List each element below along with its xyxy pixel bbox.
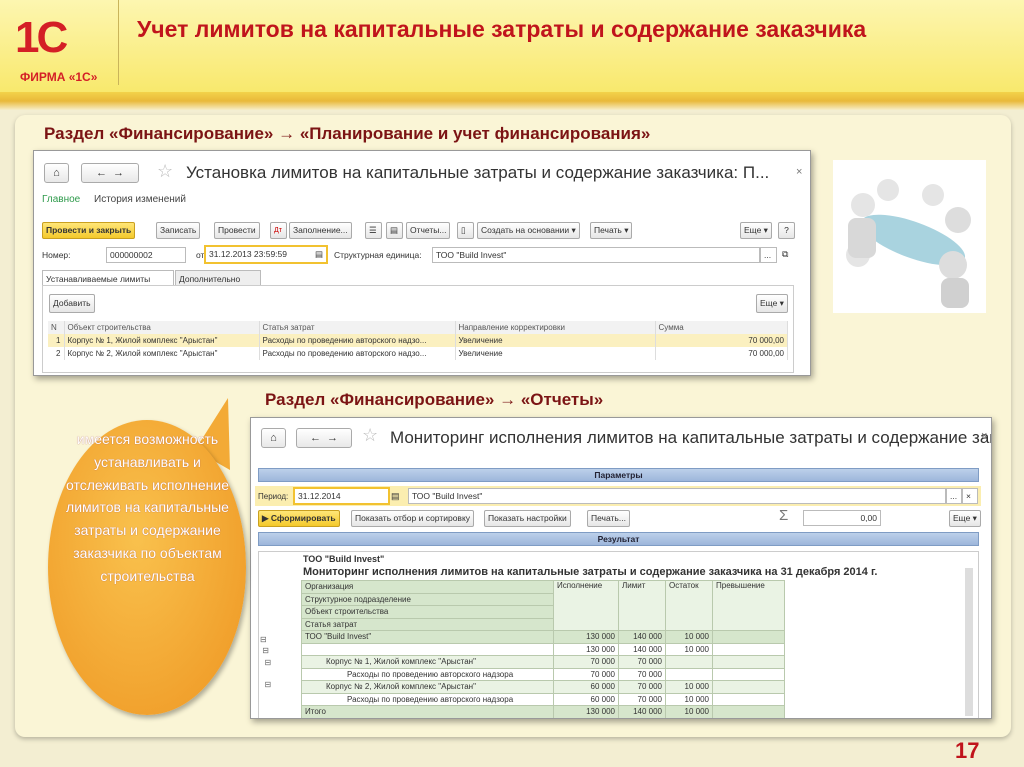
report-table: Организация Исполнение Лимит Остаток Пре… [301, 580, 785, 718]
unit-label: Структурная единица: [334, 250, 422, 260]
report-org: ТОО "Build Invest" [303, 554, 385, 564]
col-direction[interactable]: Направление корректировки [455, 321, 656, 334]
show-filter-button[interactable]: Показать отбор и сортировку [351, 510, 475, 527]
cell-direction: Увеличение [455, 334, 656, 347]
open-icon[interactable]: ⧉ [782, 249, 788, 260]
col-excess: Превышение [712, 580, 785, 631]
group-header: Объект строительства [301, 605, 554, 619]
select-button[interactable]: ... [760, 247, 777, 263]
report-cell [665, 655, 713, 669]
result-header[interactable]: Результат [258, 532, 979, 546]
organization-field[interactable]: ТОО "Build Invest" [408, 488, 946, 504]
report-cell: 140 000 [618, 630, 666, 644]
report-row-label: Корпус № 2, Жилой комплекс "Арыстан" [301, 680, 554, 694]
clear-icon[interactable]: × [962, 488, 978, 504]
sum-icon: Σ [779, 507, 789, 524]
total-cell [712, 705, 785, 718]
report-row-label: ТОО "Build Invest" [301, 630, 554, 644]
list-settings-icon[interactable]: ☰ [365, 222, 382, 239]
report-row[interactable]: 130 000 140 000 10 000 [301, 642, 785, 656]
total-row: Итого 130 000 140 000 10 000 [301, 705, 785, 718]
print-button[interactable]: Печать ▾ [590, 222, 633, 239]
report-cell: 60 000 [553, 692, 619, 706]
calendar-icon[interactable]: ▤ [315, 247, 323, 261]
col-sum[interactable]: Сумма [655, 321, 788, 334]
scrollbar[interactable] [965, 568, 973, 716]
report-row[interactable]: Расходы по проведению авторского надзора… [301, 667, 785, 681]
report-cell: 60 000 [553, 680, 619, 694]
cell-direction: Увеличение [455, 347, 656, 360]
report-title: Мониторинг исполнения лимитов на капитал… [303, 566, 878, 578]
calendar-icon[interactable]: ▤ [391, 491, 400, 502]
create-based-on-button[interactable]: Создать на основании ▾ [477, 222, 580, 239]
report-cell: 140 000 [618, 642, 666, 656]
monitoring-report-window: ⌂ ← → ☆ Мониторинг исполнения лимитов на… [250, 417, 992, 719]
cell-sum: 70 000,00 [655, 347, 788, 360]
close-icon[interactable]: × [981, 430, 987, 442]
report-cell: 10 000 [665, 630, 713, 644]
section-heading-reports: Раздел «Финансирование» → «Отчеты» [265, 390, 604, 409]
report-cell [712, 667, 785, 681]
report-cell: 70 000 [618, 667, 666, 681]
report-cell: 10 000 [665, 680, 713, 694]
total-cell: 130 000 [553, 705, 619, 718]
report-cell: 70 000 [553, 667, 619, 681]
more-button[interactable]: Еще ▾ [949, 510, 981, 527]
col-limit: Лимит [618, 580, 666, 631]
report-cell [712, 692, 785, 706]
report-cell [712, 630, 785, 644]
period-field[interactable]: 31.12.2014 [293, 487, 390, 505]
report-cell: 70 000 [553, 655, 619, 669]
report-cell: 10 000 [665, 642, 713, 656]
report-cell: 10 000 [665, 692, 713, 706]
group-header: Статья затрат [301, 617, 554, 631]
report-cell [712, 680, 785, 694]
back-forward-buttons[interactable]: ← → [296, 428, 352, 448]
report-cell [712, 642, 785, 656]
total-label: Итого [301, 705, 554, 718]
window-title: Мониторинг исполнения лимитов на капитал… [390, 428, 992, 447]
select-button[interactable]: ... [946, 488, 962, 504]
sum-field: 0,00 [803, 510, 881, 526]
callout-text: имеется возможность устанавливать и отсл… [66, 431, 229, 584]
total-cell: 140 000 [618, 705, 666, 718]
report-cell [665, 667, 713, 681]
group-header: Структурное подразделение [301, 592, 554, 606]
report-row-label: Расходы по проведению авторского надзора [301, 667, 554, 681]
report-cell: 70 000 [618, 680, 666, 694]
total-cell: 10 000 [665, 705, 713, 718]
report-row-label: Расходы по проведению авторского надзора [301, 692, 554, 706]
reports-button[interactable]: Отчеты... [406, 222, 451, 239]
cell-sum: 70 000,00 [655, 334, 788, 347]
table-more-button[interactable]: Еще ▾ [756, 294, 788, 313]
parameters-header[interactable]: Параметры [258, 468, 979, 482]
report-cell: 130 000 [553, 630, 619, 644]
report-cell: 70 000 [618, 655, 666, 669]
report-row[interactable]: Корпус № 2, Жилой комплекс "Арыстан" 60 0… [301, 680, 785, 694]
structure-icon[interactable]: ▤ [386, 222, 403, 239]
help-button[interactable]: ? [778, 222, 795, 239]
report-row[interactable]: Корпус № 1, Жилой комплекс "Арыстан" 70 0… [301, 655, 785, 669]
more-button[interactable]: Еще ▾ [740, 222, 772, 239]
page-number: 17 [955, 738, 980, 763]
report-row[interactable]: Расходы по проведению авторского надзора… [301, 692, 785, 706]
unit-field[interactable]: ТОО "Build Invest" [432, 247, 760, 263]
report-cell [712, 655, 785, 669]
col-execution: Исполнение [553, 580, 619, 631]
meeting-clipart-image [833, 160, 986, 313]
report-row-label: Корпус № 1, Жилой комплекс "Арыстан" [301, 655, 554, 669]
report-cell: 70 000 [618, 692, 666, 706]
document-icon[interactable]: ▯ [457, 222, 474, 239]
group-header: Организация [301, 580, 554, 594]
print-button[interactable]: Печать... [587, 510, 630, 527]
favorite-star-icon[interactable]: ☆ [362, 425, 378, 446]
close-icon[interactable]: × [796, 166, 802, 178]
report-cell: 130 000 [553, 642, 619, 656]
report-row-label [301, 642, 554, 656]
show-settings-button[interactable]: Показать настройки [484, 510, 571, 527]
report-row[interactable]: ТОО "Build Invest" 130 000 140 000 10 000 [301, 630, 785, 644]
col-remainder: Остаток [665, 580, 713, 631]
